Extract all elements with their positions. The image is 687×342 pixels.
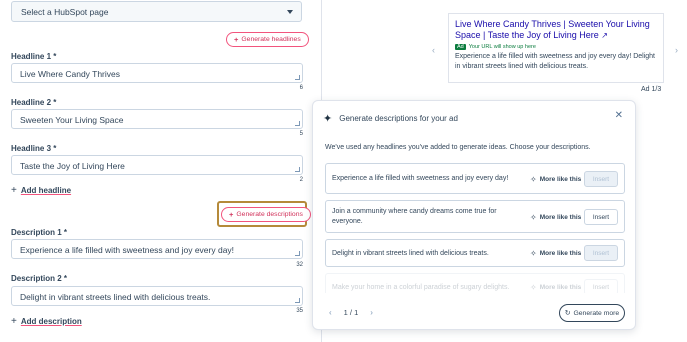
ad-badge: Ad xyxy=(455,44,466,50)
more-like-this-button[interactable]: ✧ More like this xyxy=(530,283,581,292)
more-like-this-button[interactable]: ✧ More like this xyxy=(530,213,581,222)
ad-editor-panel: Select a HubSpot page + Generate headlin… xyxy=(0,0,313,342)
description-1-value: Experience a life filled with sweetness … xyxy=(20,245,235,255)
more-like-this-button[interactable]: ✧ More like this xyxy=(530,249,581,258)
headline-2-label: Headline 2 * xyxy=(11,98,57,107)
headline-1-count: 6 xyxy=(299,85,303,91)
plus-icon: + xyxy=(234,35,239,44)
ad-url-row: Ad Your URL will show up here xyxy=(455,44,657,50)
refresh-icon: ↻ xyxy=(564,310,571,317)
chevron-left-icon[interactable]: ‹ xyxy=(432,45,435,55)
resize-handle-icon[interactable] xyxy=(295,167,300,172)
ad-position: Ad 1/3 xyxy=(641,86,662,93)
generate-descriptions-label: Generate descriptions xyxy=(236,211,303,218)
more-like-this-label: More like this xyxy=(539,250,582,257)
generate-more-button[interactable]: ↻ Generate more xyxy=(559,304,625,322)
headline-3-label: Headline 3 * xyxy=(11,144,57,153)
plus-icon: + xyxy=(11,185,17,196)
more-like-this-button[interactable]: ✧ More like this xyxy=(530,175,581,184)
add-description-label: Add description xyxy=(20,317,82,326)
suggestion-list[interactable]: Experience a life filled with sweetness … xyxy=(325,163,625,293)
description-1-input[interactable]: Experience a life filled with sweetness … xyxy=(11,239,303,259)
page-indicator: 1 / 1 xyxy=(343,308,359,317)
resize-handle-icon[interactable] xyxy=(295,251,300,256)
plus-icon: + xyxy=(11,316,17,327)
headline-1-label: Headline 1 * xyxy=(11,52,57,61)
chevron-down-icon xyxy=(287,10,293,14)
description-2-label: Description 2 * xyxy=(11,274,68,283)
description-1-count: 32 xyxy=(296,262,303,268)
headline-2-value: Sweeten Your Living Space xyxy=(20,115,124,125)
headline-2-input[interactable]: Sweeten Your Living Space xyxy=(11,109,303,129)
hubspot-page-select-value: Select a HubSpot page xyxy=(21,7,109,17)
resize-handle-icon[interactable] xyxy=(295,298,300,303)
headline-3-count: 2 xyxy=(299,177,303,183)
generate-more-label: Generate more xyxy=(573,309,620,317)
list-item: Make your home in a colorful paradise of… xyxy=(325,273,625,293)
generate-descriptions-button[interactable]: + Generate descriptions xyxy=(221,207,311,222)
insert-button[interactable]: Insert xyxy=(584,209,618,225)
headline-3-input[interactable]: Taste the Joy of Living Here xyxy=(11,155,303,175)
hubspot-page-select[interactable]: Select a HubSpot page xyxy=(11,1,302,22)
chevron-right-icon[interactable]: › xyxy=(675,45,678,55)
resize-handle-icon[interactable] xyxy=(295,75,300,80)
sparkle-icon: ✧ xyxy=(530,249,537,258)
chevron-right-icon[interactable]: › xyxy=(370,308,373,317)
add-headline-link[interactable]: + Add headline xyxy=(11,185,71,196)
ad-url-text: Your URL will show up here xyxy=(468,44,536,50)
more-like-this-label: More like this xyxy=(539,214,582,221)
ad-title[interactable]: Live Where Candy Thrives | Sweeten Your … xyxy=(455,19,657,41)
add-description-link[interactable]: + Add description xyxy=(11,316,82,327)
ad-description: Experience a life filled with sweetness … xyxy=(455,53,655,70)
sparkle-icon: ✧ xyxy=(530,213,537,222)
description-2-count: 35 xyxy=(296,308,303,314)
external-link-icon: ↗ xyxy=(601,31,608,40)
insert-button[interactable]: Insert xyxy=(584,245,618,261)
modal-title: Generate descriptions for your ad xyxy=(339,114,458,123)
sparkle-icon: ✧ xyxy=(530,175,537,184)
more-like-this-label: More like this xyxy=(539,284,582,291)
generate-headlines-label: Generate headlines xyxy=(241,36,301,43)
sparkle-icon: ✦ xyxy=(323,113,333,125)
modal-header: ✦ Generate descriptions for your ad xyxy=(323,112,458,125)
description-2-value: Delight in vibrant streets lined with de… xyxy=(20,292,211,302)
resize-handle-icon[interactable] xyxy=(295,121,300,126)
headline-2-count: 5 xyxy=(299,131,303,137)
description-2-input[interactable]: Delight in vibrant streets lined with de… xyxy=(11,286,303,306)
insert-button[interactable]: Insert xyxy=(584,279,618,293)
suggestion-text: Make your home in a colorful paradise of… xyxy=(332,284,510,291)
list-item: Experience a life filled with sweetness … xyxy=(325,163,625,194)
list-item: Delight in vibrant streets lined with de… xyxy=(325,239,625,267)
suggestion-text: Experience a life filled with sweetness … xyxy=(332,175,509,182)
headline-3-value: Taste the Joy of Living Here xyxy=(20,161,125,171)
ad-title-text: Live Where Candy Thrives | Sweeten Your … xyxy=(455,19,650,40)
plus-icon: + xyxy=(229,210,234,219)
headline-1-input[interactable]: Live Where Candy Thrives xyxy=(11,63,303,83)
suggestion-text: Join a community where candy dreams come… xyxy=(332,208,497,225)
ad-preview-card: Live Where Candy Thrives | Sweeten Your … xyxy=(448,13,664,83)
pagination: ‹ 1 / 1 › xyxy=(329,308,373,317)
chevron-left-icon[interactable]: ‹ xyxy=(329,308,332,317)
close-icon[interactable]: ✕ xyxy=(615,110,623,121)
headline-1-value: Live Where Candy Thrives xyxy=(20,69,120,79)
generate-headlines-button[interactable]: + Generate headlines xyxy=(226,32,309,47)
generate-descriptions-modal: ✦ Generate descriptions for your ad ✕ We… xyxy=(312,100,636,330)
list-item: Join a community where candy dreams come… xyxy=(325,200,625,233)
more-like-this-label: More like this xyxy=(539,176,582,183)
modal-intro-text: We've used any headlines you've added to… xyxy=(325,144,591,151)
suggestion-text: Delight in vibrant streets lined with de… xyxy=(332,250,489,257)
sparkle-icon: ✧ xyxy=(530,283,537,292)
insert-button[interactable]: Insert xyxy=(584,171,618,187)
description-1-label: Description 1 * xyxy=(11,228,68,237)
add-headline-label: Add headline xyxy=(20,186,72,195)
